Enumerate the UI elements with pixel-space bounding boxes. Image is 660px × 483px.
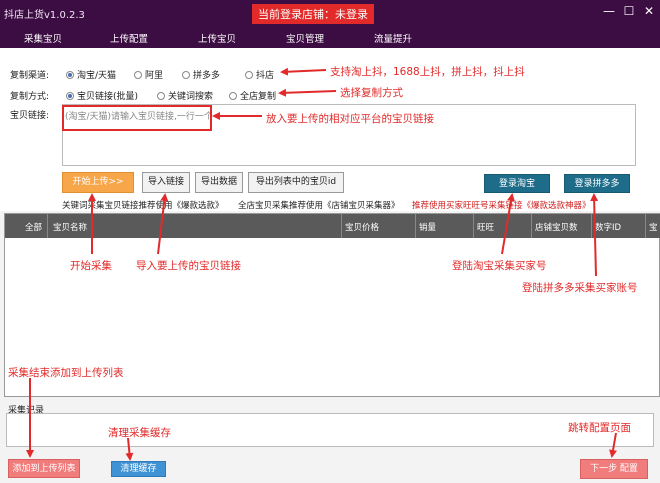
annotation-arrows [26,67,617,461]
arrow-login-pdd [590,193,599,277]
arrow-login-taobao [501,193,515,255]
arrow-cache [125,437,134,461]
arrow-jump [609,432,617,458]
arrow-channels [280,67,327,76]
arrow-import [157,193,169,255]
arrow-method [278,88,337,97]
